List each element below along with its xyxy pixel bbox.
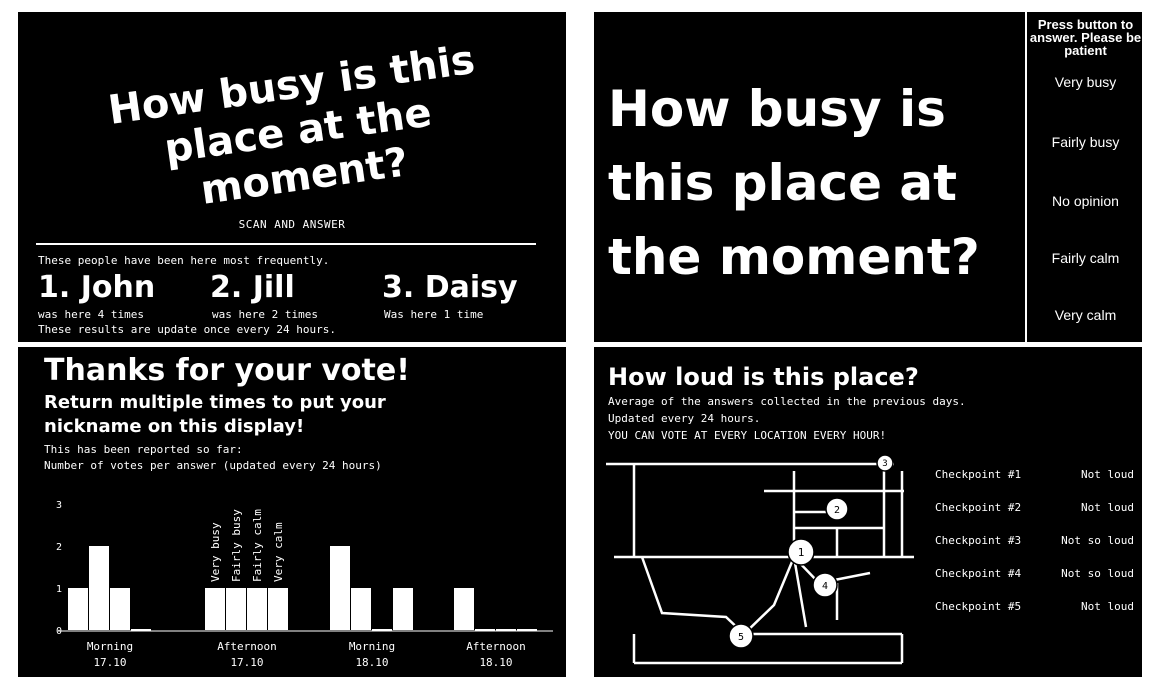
loudness-line-2: Updated every 24 hours. bbox=[608, 412, 761, 425]
update-note: These results are update once every 24 h… bbox=[38, 323, 337, 336]
bar bbox=[393, 588, 413, 630]
bar bbox=[68, 588, 88, 630]
checkpoint-value-3: Not so loud bbox=[1061, 534, 1134, 547]
leader-name-2: 2. Jill bbox=[210, 270, 295, 305]
reported-text: This has been reported so far: bbox=[44, 443, 243, 456]
instruction-text: Press button to answer. Please be patien… bbox=[1029, 17, 1142, 58]
leader-name-1: 1. John bbox=[38, 270, 156, 305]
x-group-label: Morning bbox=[87, 640, 133, 653]
marker-1: 1 bbox=[798, 546, 805, 559]
bar bbox=[89, 546, 109, 630]
bar bbox=[517, 629, 537, 631]
bar bbox=[205, 588, 225, 630]
checkpoint-name-4: Checkpoint #4 bbox=[935, 567, 1022, 580]
checkpoint-name-2: Checkpoint #2 bbox=[935, 501, 1022, 514]
bar-answer-label: Very calm bbox=[272, 522, 285, 582]
option-fairly-busy[interactable]: Fairly busy bbox=[1027, 134, 1142, 150]
question-title: How busy is this place at the moment? bbox=[608, 80, 980, 286]
y-tick-label: 3 bbox=[56, 500, 62, 511]
x-group-date: 18.10 bbox=[479, 656, 512, 669]
loudness-line-3: YOU CAN VOTE AT EVERY LOCATION EVERY HOU… bbox=[608, 429, 887, 442]
leaderboard-screen: How busy is this place at the moment? SC… bbox=[18, 12, 566, 342]
x-group-label: Afternoon bbox=[466, 640, 526, 653]
bar-answer-label: Fairly busy bbox=[230, 509, 243, 582]
checkpoint-name-3: Checkpoint #3 bbox=[935, 534, 1022, 547]
x-group-date: 17.10 bbox=[230, 656, 263, 669]
marker-3: 3 bbox=[882, 459, 887, 469]
option-no-opinion[interactable]: No opinion bbox=[1027, 193, 1142, 209]
marker-4: 4 bbox=[822, 581, 828, 592]
option-fairly-calm[interactable]: Fairly calm bbox=[1027, 250, 1142, 266]
checkpoint-value-1: Not loud bbox=[1081, 468, 1134, 481]
thanks-subtitle: Return multiple times to put your nickna… bbox=[44, 392, 386, 437]
bar bbox=[131, 629, 151, 631]
y-tick-label: 0 bbox=[56, 626, 62, 637]
bar bbox=[247, 588, 267, 630]
checkpoint-value-4: Not so loud bbox=[1061, 567, 1134, 580]
x-group-date: 18.10 bbox=[355, 656, 388, 669]
marker-5: 5 bbox=[738, 632, 744, 643]
marker-2: 2 bbox=[834, 505, 840, 516]
votes-label: Number of votes per answer (updated ever… bbox=[44, 459, 382, 472]
voting-screen: How busy is this place at the moment? Pr… bbox=[594, 12, 1142, 342]
leader-name-3: 3. Daisy bbox=[382, 270, 518, 305]
bar bbox=[372, 629, 392, 631]
bar-answer-label: Very busy bbox=[209, 522, 222, 582]
checkpoint-value-5: Not loud bbox=[1081, 600, 1134, 613]
y-tick-label: 1 bbox=[56, 584, 62, 595]
bar bbox=[330, 546, 350, 630]
leader-times-2: was here 2 times bbox=[212, 308, 318, 321]
x-group-label: Afternoon bbox=[217, 640, 277, 653]
leader-times-1: was here 4 times bbox=[38, 308, 144, 321]
y-tick-label: 2 bbox=[56, 542, 62, 553]
thanks-title: Thanks for your vote! bbox=[44, 353, 410, 388]
bar bbox=[268, 588, 288, 630]
x-group-label: Morning bbox=[349, 640, 395, 653]
bar bbox=[475, 629, 495, 631]
bar bbox=[351, 588, 371, 630]
results-screen: Thanks for your vote! Return multiple ti… bbox=[18, 347, 566, 677]
loudness-title: How loud is this place? bbox=[608, 363, 919, 391]
bar bbox=[454, 588, 474, 630]
question-title: How busy is this place at the moment? bbox=[105, 36, 478, 214]
divider bbox=[36, 243, 536, 245]
checkpoint-map: 1 2 3 4 5 bbox=[606, 455, 914, 665]
option-very-calm[interactable]: Very calm bbox=[1027, 307, 1142, 323]
checkpoint-name-1: Checkpoint #1 bbox=[935, 468, 1022, 481]
loudness-screen: How loud is this place? Average of the a… bbox=[594, 347, 1142, 677]
leader-times-3: Was here 1 time bbox=[384, 308, 484, 321]
x-group-date: 17.10 bbox=[93, 656, 126, 669]
bar bbox=[226, 588, 246, 630]
loudness-line-1: Average of the answers collected in the … bbox=[608, 395, 966, 408]
bar bbox=[110, 588, 130, 630]
votes-bar-chart: 0 1 2 3 Morning 17.10 Very busy Fairly busy Fair… bbox=[56, 500, 553, 669]
bar bbox=[496, 629, 516, 631]
leaderboard-intro: These people have been here most frequen… bbox=[38, 254, 330, 267]
checkpoint-name-5: Checkpoint #5 bbox=[935, 600, 1022, 613]
scan-label: SCAN AND ANSWER bbox=[238, 218, 346, 231]
bar-answer-label: Fairly calm bbox=[251, 509, 264, 582]
answer-sidebar: Press button to answer. Please be patien… bbox=[1025, 12, 1142, 342]
checkpoint-value-2: Not loud bbox=[1081, 501, 1134, 514]
option-very-busy[interactable]: Very busy bbox=[1027, 74, 1142, 90]
